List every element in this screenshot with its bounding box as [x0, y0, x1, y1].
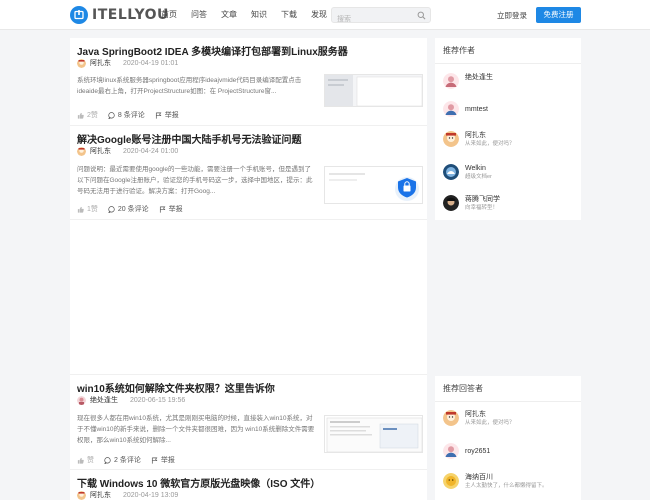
- comments-button[interactable]: 8 条评论: [108, 110, 145, 120]
- avatar[interactable]: [443, 73, 459, 89]
- like-button[interactable]: 1赞: [77, 204, 98, 214]
- author-item[interactable]: Welkin 超级文档er: [443, 164, 492, 182]
- avatar[interactable]: [77, 490, 86, 500]
- comments-button[interactable]: 20 条评论: [108, 204, 149, 214]
- logo-text: ITELLYOU: [92, 7, 169, 23]
- article-excerpt: 系统环境linux系统服务器springboot应用程序ideajvmide代码…: [77, 77, 302, 95]
- section-title: 推荐作者: [443, 46, 475, 55]
- login-link[interactable]: 立即登录: [497, 10, 527, 21]
- flag-icon: [155, 112, 162, 119]
- article-card: 解决Google账号注册中国大陆手机号无法验证问题 阿扎东 2020-04-24…: [70, 126, 427, 220]
- logo-icon: [70, 6, 88, 24]
- section-title: 推荐回答者: [443, 384, 483, 393]
- divider: [435, 401, 581, 402]
- report-button[interactable]: 举报: [155, 110, 179, 120]
- article-author[interactable]: 阿扎东: [90, 58, 111, 68]
- article-meta: 阿扎东 2020-04-19 13:09: [77, 490, 178, 500]
- comment-icon: [104, 456, 111, 464]
- article-actions: 1赞 20 条评论 举报: [77, 204, 183, 214]
- article-author[interactable]: 绝处逢生: [90, 395, 118, 405]
- nav-home[interactable]: 首页: [161, 9, 177, 20]
- search-icon[interactable]: [417, 11, 426, 20]
- avatar[interactable]: [77, 395, 86, 405]
- nav-knowledge[interactable]: 知识: [251, 9, 267, 20]
- nav-questions[interactable]: 问答: [191, 9, 207, 20]
- article-card: win10系统如何解除文件夹权限？这里告诉你 绝处逢生 2020-06-15 1…: [70, 374, 427, 470]
- avatar[interactable]: [443, 410, 459, 426]
- article-list: Java SpringBoot2 IDEA 多模块编译打包部署到Linux服务器…: [70, 38, 427, 500]
- article-card: 下载 Windows 10 微软官方原版光盘映像（ISO 文件） 阿扎东 202…: [70, 470, 427, 500]
- search-input[interactable]: [332, 12, 414, 27]
- article-meta: 绝处逢生 2020-06-15 19:56: [77, 395, 185, 405]
- article-title[interactable]: 下载 Windows 10 微软官方原版光盘映像（ISO 文件）: [77, 475, 320, 490]
- thumbs-up-icon: [77, 112, 84, 119]
- ad-placeholder: [70, 220, 427, 374]
- flag-icon: [159, 206, 166, 213]
- article-title[interactable]: win10系统如何解除文件夹权限？这里告诉你: [77, 380, 275, 395]
- author-item[interactable]: 绝处逢生: [443, 73, 493, 89]
- article-thumbnail[interactable]: [324, 74, 423, 107]
- top-header: ITELLYOU 首页 问答 文章 知识 下载 发现 立即登录 免费注册: [0, 0, 650, 30]
- author-item[interactable]: mmtest: [443, 101, 488, 117]
- report-button[interactable]: 举报: [159, 204, 183, 214]
- article-excerpt: 现在很多人都在用win10系统，尤其是刚刚买电脑的时候，直接装入win10系统，…: [77, 415, 315, 444]
- thumbs-up-icon: [77, 206, 84, 213]
- answerer-item[interactable]: 阿扎东 从来如此，便对吗？: [443, 410, 515, 428]
- article-card: Java SpringBoot2 IDEA 多模块编译打包部署到Linux服务器…: [70, 38, 427, 126]
- recommended-authors: 推荐作者 绝处逢生 mmtest 阿扎东 从来如此，便对吗？ Welkin 超级…: [435, 38, 581, 220]
- avatar[interactable]: [443, 443, 459, 459]
- main-nav: 首页 问答 文章 知识 下载 发现: [161, 9, 327, 20]
- search-box: [331, 7, 431, 27]
- flag-icon: [151, 457, 158, 464]
- avatar[interactable]: [443, 473, 459, 489]
- article-title[interactable]: 解决Google账号注册中国大陆手机号无法验证问题: [77, 131, 301, 146]
- avatar[interactable]: [77, 146, 86, 156]
- nav-download[interactable]: 下载: [281, 9, 297, 20]
- article-date: 2020-06-15 19:56: [130, 396, 186, 404]
- article-thumbnail[interactable]: [324, 415, 423, 453]
- article-date: 2020-04-19 01:01: [123, 59, 179, 67]
- register-button[interactable]: 免费注册: [536, 7, 581, 23]
- article-date: 2020-04-19 13:09: [123, 491, 179, 499]
- avatar[interactable]: [443, 195, 459, 211]
- nav-articles[interactable]: 文章: [221, 9, 237, 20]
- article-thumbnail[interactable]: [324, 166, 423, 204]
- author-item[interactable]: 蒋腾飞同学 向幸福转型！: [443, 195, 500, 213]
- article-actions: 2赞 8 条评论 举报: [77, 110, 179, 120]
- comments-button[interactable]: 2 条评论: [104, 455, 141, 465]
- article-author[interactable]: 阿扎东: [90, 490, 111, 500]
- avatar[interactable]: [443, 164, 459, 180]
- article-meta: 阿扎东 2020-04-24 01:00: [77, 146, 178, 156]
- article-author[interactable]: 阿扎东: [90, 146, 111, 156]
- recommended-answerers: 推荐回答者 阿扎东 从来如此，便对吗？ roy2651 海纳百川 主人太勤快了，…: [435, 376, 581, 500]
- answerer-item[interactable]: roy2651: [443, 443, 490, 459]
- article-meta: 阿扎东 2020-04-19 01:01: [77, 58, 178, 68]
- like-button[interactable]: 赞: [77, 455, 94, 465]
- comment-icon: [108, 205, 115, 213]
- report-button[interactable]: 举报: [151, 455, 175, 465]
- answerer-item[interactable]: 海纳百川 主人太勤快了，什么都懒得留下。: [443, 473, 548, 491]
- avatar[interactable]: [443, 101, 459, 117]
- article-excerpt: 问题说明：最近需要使用google的一些功能，需要注册一个手机账号，但是遇到了以…: [77, 166, 313, 195]
- avatar[interactable]: [77, 58, 86, 68]
- author-item[interactable]: 阿扎东 从来如此，便对吗？: [443, 131, 515, 149]
- like-button[interactable]: 2赞: [77, 110, 98, 120]
- article-actions: 赞 2 条评论 举报: [77, 455, 175, 465]
- avatar[interactable]: [443, 131, 459, 147]
- comment-icon: [108, 111, 115, 119]
- article-date: 2020-04-24 01:00: [123, 147, 179, 155]
- article-title[interactable]: Java SpringBoot2 IDEA 多模块编译打包部署到Linux服务器: [77, 43, 348, 58]
- nav-discover[interactable]: 发现: [311, 9, 327, 20]
- divider: [435, 63, 581, 64]
- thumbs-up-icon: [77, 457, 84, 464]
- site-logo[interactable]: ITELLYOU: [70, 6, 169, 24]
